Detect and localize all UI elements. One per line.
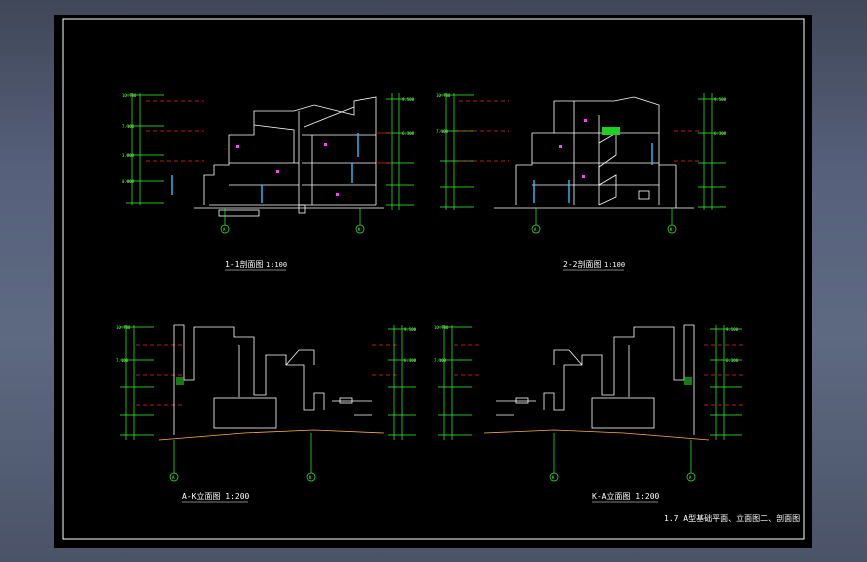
elevation-k-a-drawing: 10.700 7.100 9.500 6.300 K A: [434, 324, 744, 482]
section-2-2-title: 2-2剖面图: [563, 259, 601, 269]
axis-label-k: K: [552, 475, 555, 480]
svg-text:6.300: 6.300: [714, 131, 727, 136]
svg-text:6.300: 6.300: [402, 131, 415, 136]
axis-label-a: A: [172, 475, 175, 480]
svg-text:6.300: 6.300: [404, 358, 417, 363]
cad-drawing: 10.700 7.100 3.800 0.000 9.500 6.300 A K 1-…: [62, 18, 805, 540]
section-2-2-drawing: 10.700 7.100 9.500 6.300 A K: [436, 93, 727, 234]
svg-text:10.700: 10.700: [116, 325, 131, 330]
elevation-a-k-title: A-K立面图 1:200: [182, 491, 250, 501]
svg-text:0.000: 0.000: [122, 179, 135, 184]
elevation-k-a-caption: K-A立面图 1:200: [592, 491, 660, 503]
svg-text:3.800: 3.800: [122, 153, 135, 158]
section-1-1-caption: 1-1剖面图 1:100: [225, 259, 287, 271]
svg-text:10.700: 10.700: [434, 325, 449, 330]
section-2-2-scale: 1:100: [604, 261, 625, 269]
svg-text:7.100: 7.100: [434, 358, 447, 363]
axis-label-k: K: [358, 227, 361, 232]
svg-text:9.500: 9.500: [726, 327, 739, 332]
elevation-k-a-title: K-A立面图 1:200: [592, 491, 660, 501]
section-2-2-caption: 2-2剖面图 1:100: [563, 259, 625, 271]
svg-text:9.500: 9.500: [404, 327, 417, 332]
axis-label-a: A: [534, 227, 537, 232]
svg-text:7.100: 7.100: [436, 129, 449, 134]
section-1-1-drawing: 10.700 7.100 3.800 0.000 9.500 6.300 A K: [122, 93, 415, 234]
axis-label-a: A: [689, 475, 692, 480]
elevation-a-k-caption: A-K立面图 1:200: [182, 491, 250, 503]
svg-text:10.700: 10.700: [122, 93, 137, 98]
svg-text:7.100: 7.100: [116, 358, 129, 363]
svg-text:6.300: 6.300: [726, 358, 739, 363]
svg-text:9.500: 9.500: [402, 97, 415, 102]
svg-text:7.100: 7.100: [122, 124, 135, 129]
axis-label-k: K: [670, 227, 673, 232]
sheet-title: 1.7 A型基础平面、立面图二、剖面图: [664, 513, 800, 523]
svg-text:9.500: 9.500: [714, 97, 727, 102]
drawing-sheet: 10.700 7.100 3.800 0.000 9.500 6.300 A K 1-…: [54, 15, 812, 548]
axis-label-k: K: [309, 475, 312, 480]
elevation-a-k-drawing: 10.700 7.100 9.500 6.300 A K: [116, 324, 417, 482]
section-1-1-scale: 1:100: [266, 261, 287, 269]
axis-label-a: A: [223, 227, 226, 232]
svg-text:10.700: 10.700: [436, 93, 451, 98]
section-1-1-title: 1-1剖面图: [225, 259, 263, 269]
